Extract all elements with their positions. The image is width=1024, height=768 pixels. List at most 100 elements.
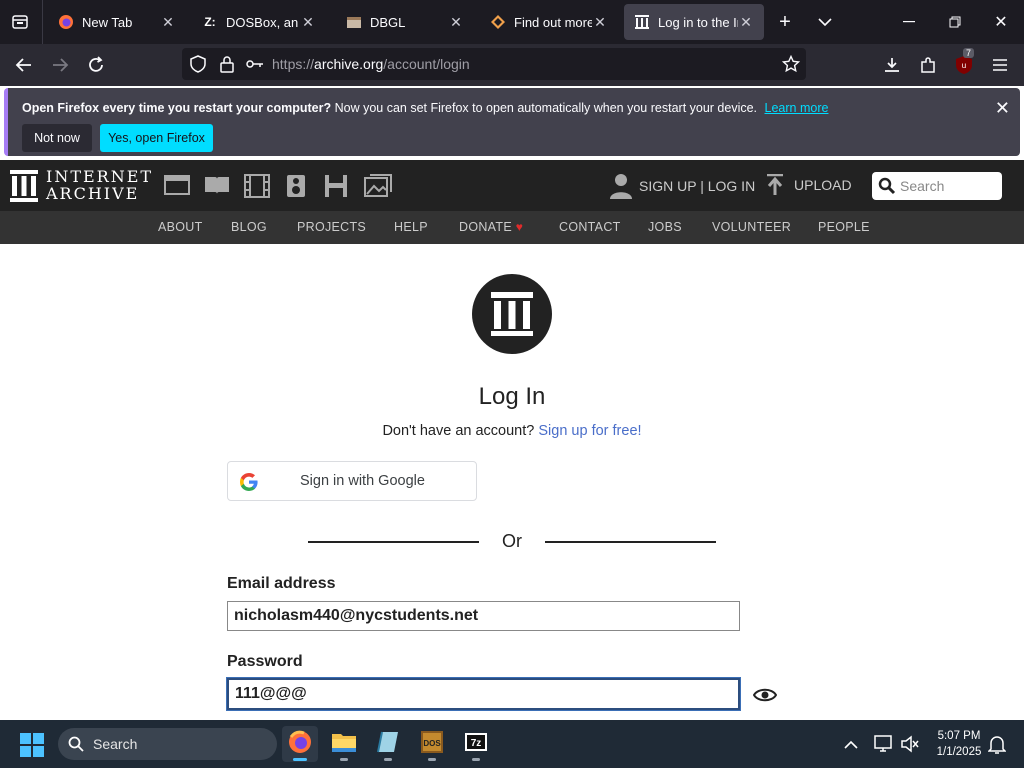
notification-bell-icon[interactable] [987,735,1007,760]
reload-icon[interactable] [81,50,111,80]
url-text[interactable]: https://archive.org/account/login [272,56,470,72]
show-password-icon[interactable] [752,687,778,708]
signup-prompt: Don't have an account? Sign up for free! [382,423,642,439]
close-tab-icon[interactable]: ✕ [448,14,464,31]
ia-top-nav: INTERNET ARCHIVE SIGN UP | LOG IN UPLOAD [0,160,1024,211]
volume-muted-icon[interactable] [900,735,920,758]
web-icon[interactable] [164,174,190,201]
page-title: Log In [478,383,546,410]
upload-link[interactable]: UPLOAD [794,177,852,193]
tab-label: Log in to the Int [658,14,738,30]
tab-label: New Tab [82,14,133,30]
diamond-icon [490,14,506,30]
nav-about[interactable]: ABOUT [158,220,203,234]
ia-logo-icon[interactable] [10,170,38,207]
google-sign-in-button[interactable]: Sign in with Google [227,461,477,501]
not-now-button[interactable]: Not now [22,124,92,152]
ia-search-input[interactable]: Search [872,172,1002,200]
7zip-icon: 7z [464,730,488,759]
menu-icon[interactable] [985,50,1015,80]
nav-people[interactable]: PEOPLE [818,220,870,234]
search-icon[interactable] [878,177,896,200]
minimize-icon[interactable] [894,7,924,37]
upload-icon[interactable] [766,173,784,201]
tab-label: DBGL [370,14,406,30]
login-page: Log In Don't have an account? Sign up fo… [0,244,1024,720]
open-firefox-button[interactable]: Yes, open Firefox [100,124,213,152]
tab-dbgl[interactable]: DBGL ✕ [336,4,474,40]
tab-log-in-active[interactable]: Log in to the Int ✕ [624,4,764,40]
svg-text:DOS: DOS [423,739,441,748]
taskbar-file-explorer[interactable] [326,726,362,762]
ia-logo-text[interactable]: INTERNET ARCHIVE [46,168,153,202]
nav-projects[interactable]: PROJECTS [297,220,366,234]
email-label: Email address [227,575,336,592]
taskbar-app-book[interactable] [370,726,406,762]
close-tab-icon[interactable]: ✕ [160,14,176,31]
ublock-icon[interactable]: u 7 [949,48,979,80]
ia-secondary-nav: ABOUT BLOG PROJECTS HELP DONATE ♥ CONTAC… [0,211,1024,244]
forward-icon[interactable] [45,50,75,80]
back-icon[interactable] [9,50,39,80]
infobar-message: Open Firefox every time you restart your… [22,101,829,115]
nav-volunteer[interactable]: VOLUNTEER [712,220,791,234]
taskbar-firefox[interactable] [282,726,318,762]
extensions-icon[interactable] [913,50,943,80]
sign-up-link[interactable]: Sign up for free! [538,423,641,439]
close-tab-icon[interactable]: ✕ [300,14,316,31]
bookmark-star-icon[interactable] [781,54,801,78]
software-icon[interactable] [324,174,348,203]
learn-more-link[interactable]: Learn more [765,101,829,115]
windows-start-icon[interactable] [20,733,44,762]
nav-help[interactable]: HELP [394,220,428,234]
close-tab-icon[interactable]: ✕ [738,14,754,31]
default-browser-infobar: Open Firefox every time you restart your… [4,88,1020,156]
close-tab-icon[interactable]: ✕ [592,14,608,31]
user-icon[interactable] [610,173,632,204]
tab-find-out-more[interactable]: Find out more a ✕ [480,4,618,40]
lock-icon[interactable] [220,55,234,78]
heart-icon: ♥ [515,220,524,234]
browser-tab-bar: New Tab ✕ Z: DOSBox, an x86 ✕ DBGL ✕ Fin… [0,0,1024,44]
close-icon[interactable]: ✕ [995,98,1010,119]
nav-blog[interactable]: BLOG [231,220,267,234]
video-icon[interactable] [244,174,270,203]
email-field[interactable]: nicholasm440@nycstudents.net [227,601,740,631]
restore-icon[interactable] [940,7,970,37]
tab-dosbox[interactable]: Z: DOSBox, an x86 ✕ [192,4,326,40]
firefox-view-icon[interactable] [5,7,35,37]
password-label: Password [227,653,303,670]
key-icon[interactable] [246,57,264,75]
network-icon[interactable] [874,735,894,758]
nav-contact[interactable]: CONTACT [559,220,621,234]
nav-jobs[interactable]: JOBS [648,220,682,234]
address-bar[interactable]: https://archive.org/account/login [182,48,806,80]
firefox-icon [288,730,312,759]
list-tabs-icon[interactable] [810,7,840,37]
svg-text:7z: 7z [471,738,482,749]
search-icon [68,736,84,757]
system-clock[interactable]: 5:07 PM 1/1/2025 [930,728,988,760]
taskbar-search-input[interactable]: Search [58,728,277,760]
folder-icon [331,731,357,758]
images-icon[interactable] [364,174,392,203]
chevron-up-icon[interactable] [844,737,858,755]
google-icon [240,473,258,496]
shield-icon[interactable] [190,55,206,78]
dbgl-icon [346,14,362,30]
z-icon: Z: [204,15,216,29]
extension-badge: 7 [963,48,975,58]
close-window-icon[interactable]: ✕ [986,7,1016,37]
tab-new-tab[interactable]: New Tab ✕ [48,4,186,40]
taskbar-dosbox[interactable]: DOS [414,726,450,762]
sign-up-log-in-link[interactable]: SIGN UP | LOG IN [639,178,755,194]
downloads-icon[interactable] [877,50,907,80]
tab-label: Find out more a [514,14,592,30]
nav-donate[interactable]: DONATE ♥ [459,220,523,234]
archive-logo-icon [472,274,552,354]
password-field[interactable]: 111@@@ [226,677,741,711]
texts-icon[interactable] [204,174,230,201]
taskbar-7zip[interactable]: 7z [458,726,494,762]
audio-icon[interactable] [286,174,306,203]
new-tab-icon[interactable]: + [770,7,800,37]
